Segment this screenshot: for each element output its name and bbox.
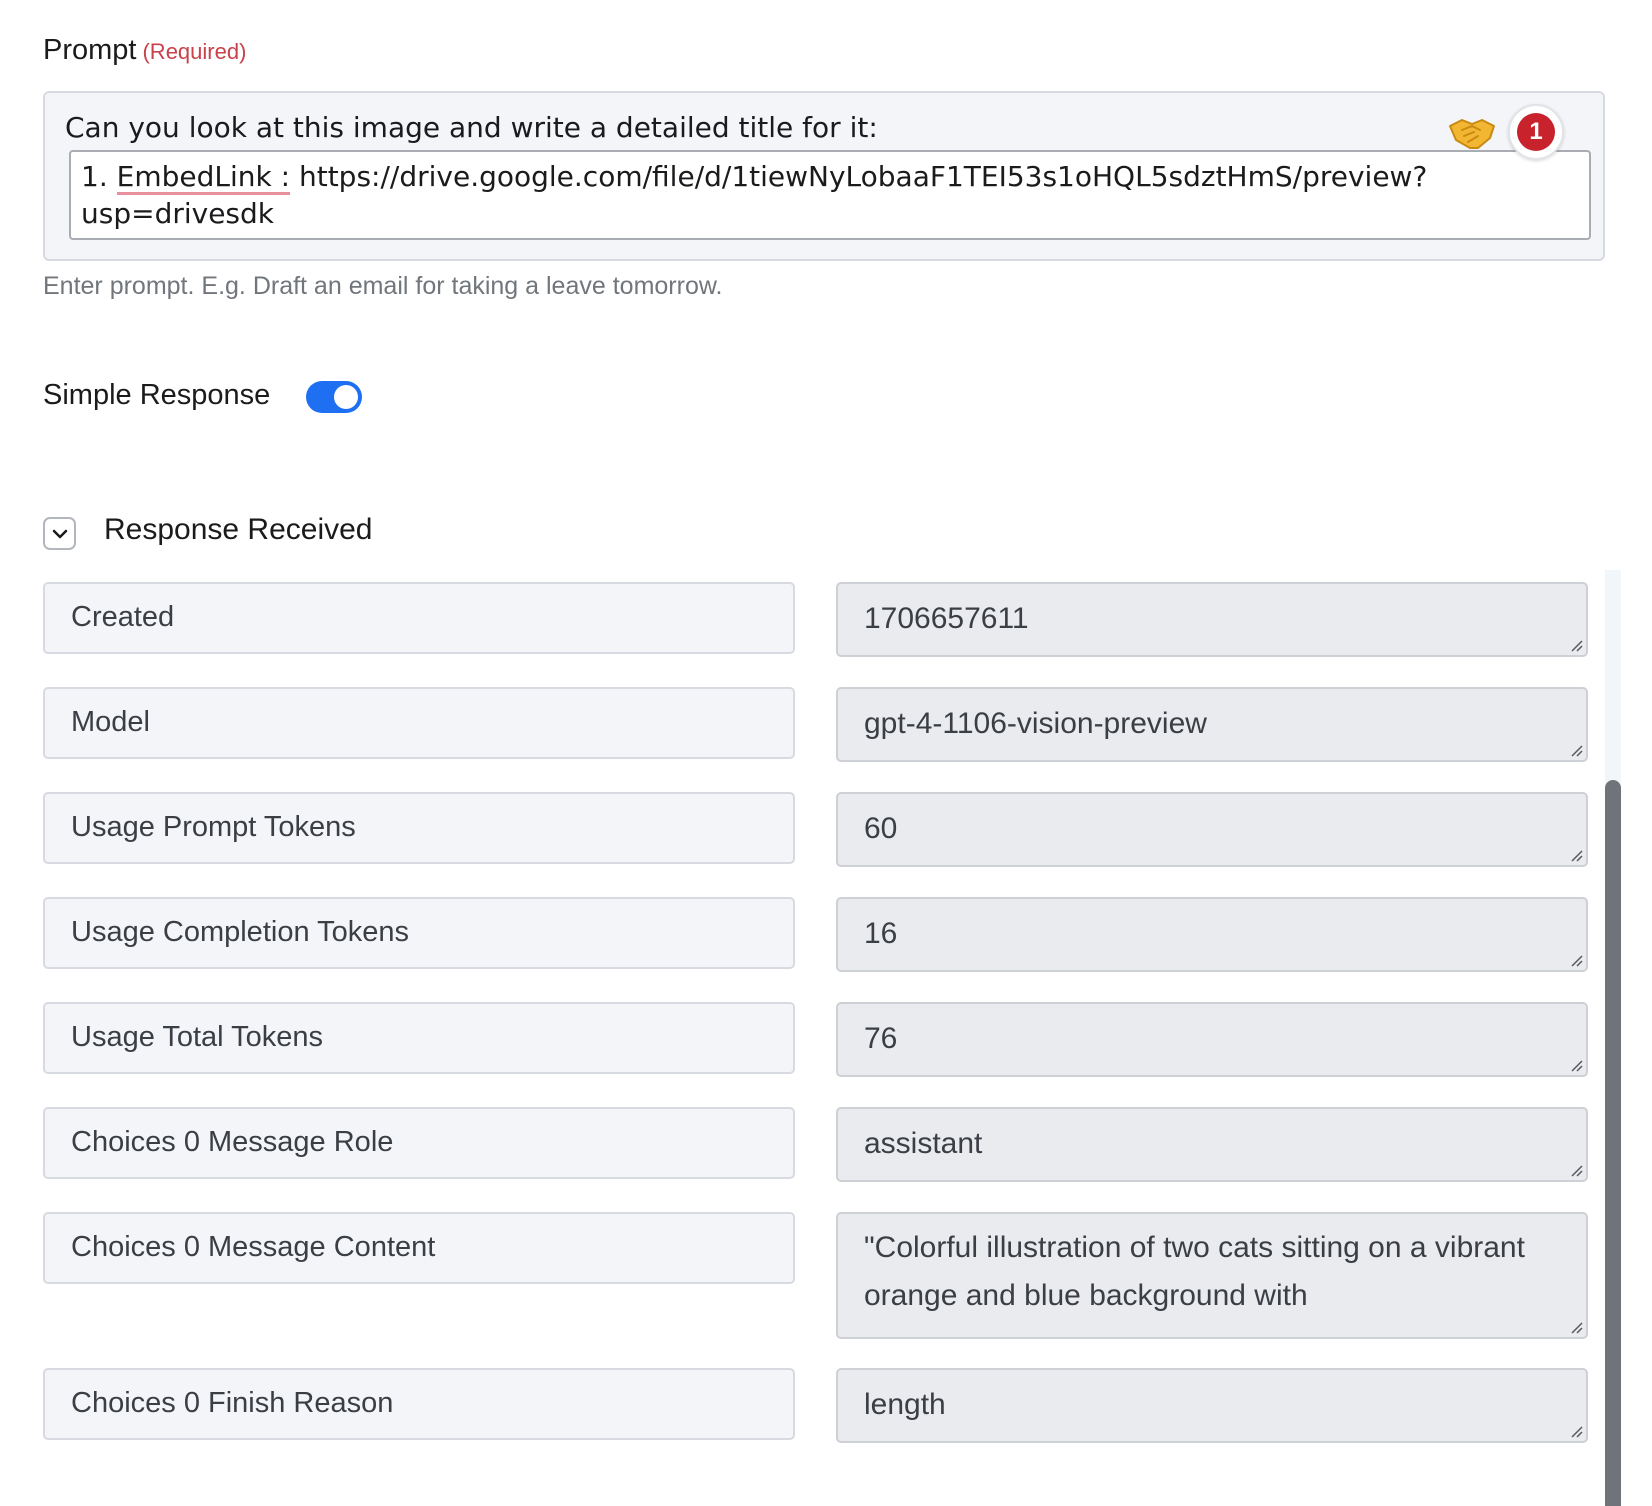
page: Prompt (Required) Can you look at this im…: [0, 0, 1652, 1506]
field-value[interactable]: 76: [836, 1002, 1588, 1077]
resize-grip-icon[interactable]: [1569, 743, 1583, 757]
field-key: Model: [43, 687, 795, 759]
field-key: Choices 0 Message Content: [43, 1212, 795, 1284]
simple-response-label: Simple Response: [43, 379, 271, 411]
field-value[interactable]: 60: [836, 792, 1588, 867]
simple-response-toggle[interactable]: [306, 381, 362, 413]
resize-grip-icon[interactable]: [1569, 953, 1583, 967]
resize-grip-icon[interactable]: [1569, 1424, 1583, 1438]
field-key: Choices 0 Finish Reason: [43, 1368, 795, 1440]
field-key: Created: [43, 582, 795, 654]
field-key: Usage Completion Tokens: [43, 897, 795, 969]
prompt-editor[interactable]: Can you look at this image and write a d…: [43, 91, 1605, 261]
collapse-button[interactable]: [43, 517, 76, 550]
field-value[interactable]: gpt-4-1106-vision-preview: [836, 687, 1588, 762]
required-marker: (Required): [142, 39, 247, 64]
prompt-hint: Enter prompt. E.g. Draft an email for ta…: [43, 272, 723, 300]
badge-count: 1: [1517, 113, 1555, 151]
prompt-text[interactable]: Can you look at this image and write a d…: [65, 111, 878, 144]
resize-grip-icon[interactable]: [1569, 1163, 1583, 1177]
resize-grip-icon[interactable]: [1569, 1320, 1583, 1334]
resize-grip-icon[interactable]: [1569, 1058, 1583, 1072]
field-value[interactable]: length: [836, 1368, 1588, 1443]
field-value[interactable]: assistant: [836, 1107, 1588, 1182]
toggle-knob: [334, 385, 358, 409]
handshake-icon[interactable]: [1448, 112, 1496, 152]
response-received-title: Response Received: [104, 513, 373, 546]
embed-line-1: 1. EmbedLink : https://drive.google.com/…: [81, 160, 1428, 195]
field-key: Usage Total Tokens: [43, 1002, 795, 1074]
scrollbar-thumb[interactable]: [1605, 780, 1621, 1506]
field-value[interactable]: 16: [836, 897, 1588, 972]
resize-grip-icon[interactable]: [1569, 638, 1583, 652]
embed-url: https://drive.google.com/file/d/1tiewNyL…: [298, 160, 1428, 193]
field-value[interactable]: 1706657611: [836, 582, 1588, 657]
prompt-label: Prompt (Required): [43, 34, 247, 66]
notification-badge[interactable]: 1: [1508, 104, 1564, 160]
field-key: Usage Prompt Tokens: [43, 792, 795, 864]
embed-tag: EmbedLink :: [116, 160, 291, 195]
embed-link-field[interactable]: 1. EmbedLink : https://drive.google.com/…: [69, 150, 1591, 240]
embed-line-2: usp=drivesdk: [81, 197, 275, 230]
field-value[interactable]: "Colorful illustration of two cats sitti…: [836, 1212, 1588, 1339]
resize-grip-icon[interactable]: [1569, 848, 1583, 862]
field-key: Choices 0 Message Role: [43, 1107, 795, 1179]
chevron-down-icon: [52, 529, 68, 539]
